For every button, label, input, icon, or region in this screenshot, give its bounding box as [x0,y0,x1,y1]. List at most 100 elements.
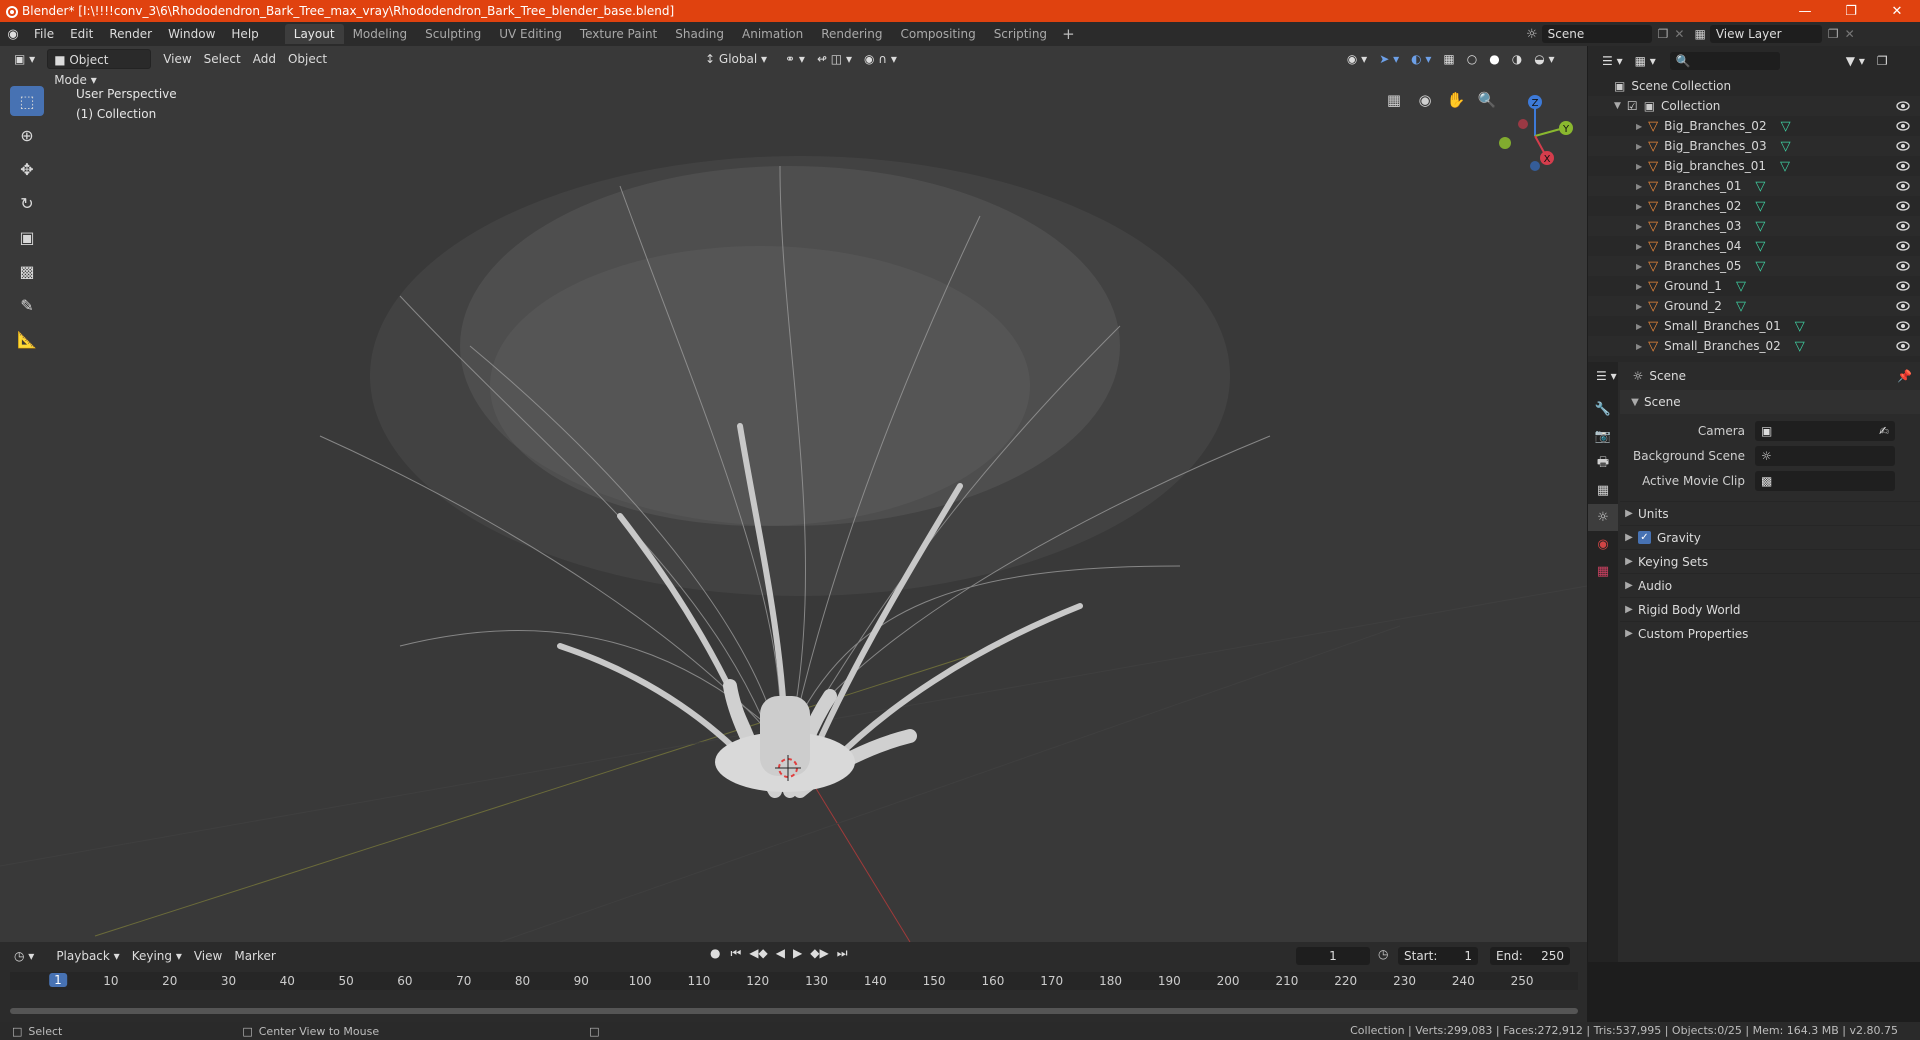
menu-object[interactable]: Object [282,49,333,69]
menu-select[interactable]: Select [198,49,247,69]
menu-file[interactable]: File [26,22,62,46]
view-layer-tab-icon[interactable]: ▦ [1588,477,1618,504]
outliner-object-row[interactable]: ▶ ▽ Branches_03 ▽ [1588,216,1920,236]
menu-view[interactable]: View [157,49,197,69]
remove-view-layer-icon[interactable]: ✕ [1845,27,1855,41]
restore-button[interactable]: ❐ [1828,0,1874,22]
mesh-data-icon[interactable]: ▽ [1736,299,1746,314]
menu-edit[interactable]: Edit [62,22,101,46]
mesh-data-icon[interactable]: ▽ [1736,279,1746,294]
eye-icon[interactable] [1896,219,1910,233]
minimize-button[interactable]: — [1782,0,1828,22]
expand-arrow-icon[interactable]: ▶ [1636,202,1642,211]
proportional-edit-icon[interactable]: ◉ ∩ ▾ [858,49,903,69]
gizmo-neg-y-icon[interactable] [1499,137,1511,149]
select-box-tool-icon[interactable]: ⬚ [10,86,44,116]
background-scene-field[interactable]: ☼ [1755,445,1895,466]
pin-icon[interactable]: 📌 [1897,369,1912,383]
outliner-object-row[interactable]: ▶ ▽ Big_Branches_03 ▽ [1588,136,1920,156]
outliner-object-row[interactable]: ▶ ▽ Big_branches_01 ▽ [1588,156,1920,176]
new-view-layer-icon[interactable]: ❐ [1828,27,1839,41]
outliner-editor-type-icon[interactable]: ☰ ▾ [1596,51,1629,71]
timeline-editor-type-icon[interactable]: ◷ ▾ [8,946,40,966]
gizmo-neg-z-icon[interactable] [1530,161,1540,171]
3d-viewport[interactable]: ▣ ▾ ■ Object Mode ▾ View Select Add Obje… [0,46,1587,942]
timeline-view-menu[interactable]: View [188,946,228,966]
eye-icon[interactable] [1896,319,1910,333]
visibility-icon[interactable]: ◉ ▾ [1341,49,1373,69]
camera-view-icon[interactable]: ◉ [1411,86,1439,114]
eye-icon[interactable] [1896,299,1910,313]
tab-rendering[interactable]: Rendering [812,24,891,44]
render-tab-icon[interactable]: 📷 [1588,423,1618,450]
tab-uv-editing[interactable]: UV Editing [490,24,571,44]
texture-tab-icon[interactable]: ▦ [1588,558,1618,585]
custom-properties-panel[interactable]: ▶ Custom Properties [1620,621,1920,645]
outliner-object-row[interactable]: ▶ ▽ Ground_2 ▽ [1588,296,1920,316]
current-frame-marker[interactable]: 1 [49,973,67,987]
expand-arrow-icon[interactable]: ▶ [1636,182,1642,191]
transform-tool-icon[interactable]: ▩ [10,256,44,286]
xray-icon[interactable]: ▦ [1437,49,1460,69]
outliner-object-row[interactable]: ▶ ▽ Branches_02 ▽ [1588,196,1920,216]
mesh-data-icon[interactable]: ▽ [1781,139,1791,154]
gizmo-neg-x-icon[interactable] [1518,119,1528,129]
collection-row[interactable]: ▼ ☑ ▣ Collection [1588,96,1920,116]
jump-end-icon[interactable]: ⏭ [837,946,848,961]
tab-texture-paint[interactable]: Texture Paint [571,24,666,44]
mesh-data-icon[interactable]: ▽ [1795,339,1805,354]
frame-ruler[interactable]: 1 10 20 30 40 50 60 70 80 90 100 110 120 130 140 150 160… [10,972,1578,990]
expand-arrow-icon[interactable]: ▶ [1636,262,1642,271]
tab-sculpting[interactable]: Sculpting [416,24,490,44]
eye-icon[interactable] [1896,139,1910,153]
rigid-body-world-panel[interactable]: ▶ Rigid Body World [1620,597,1920,621]
tab-compositing[interactable]: Compositing [891,24,984,44]
close-button[interactable]: ✕ [1874,0,1920,22]
tab-animation[interactable]: Animation [733,24,812,44]
units-panel[interactable]: ▶ Units [1620,501,1920,525]
transform-orientation-dropdown[interactable]: ↕ Global ▾ [699,49,773,69]
current-frame-field[interactable]: 1 [1296,947,1370,965]
output-tab-icon[interactable]: 🖶 [1588,450,1618,477]
measure-tool-icon[interactable]: 📐 [10,324,44,354]
tab-scripting[interactable]: Scripting [985,24,1056,44]
keying-sets-panel[interactable]: ▶ Keying Sets [1620,549,1920,573]
pan-hand-icon[interactable]: ✋ [1442,86,1470,114]
menu-window[interactable]: Window [160,22,223,46]
rotate-tool-icon[interactable]: ↻ [10,188,44,218]
shading-material-icon[interactable]: ◑ [1506,49,1528,69]
annotate-tool-icon[interactable]: ✎ [10,290,44,320]
eye-icon[interactable] [1896,279,1910,293]
mesh-data-icon[interactable]: ▽ [1781,119,1791,134]
eye-icon[interactable] [1896,119,1910,133]
mesh-data-icon[interactable]: ▽ [1755,239,1765,254]
display-mode-icon[interactable]: ▦ ▾ [1629,51,1662,71]
expand-arrow-icon[interactable]: ▶ [1636,162,1642,171]
expand-arrow-icon[interactable]: ▶ [1636,302,1642,311]
eye-icon[interactable] [1896,199,1910,213]
outliner-object-row[interactable]: ▶ ▽ Ground_1 ▽ [1588,276,1920,296]
move-tool-icon[interactable]: ✥ [10,154,44,184]
snap-icon[interactable]: ↫ ◫ ▾ [811,49,858,69]
end-frame-field[interactable]: End: 250 [1490,947,1570,965]
active-movie-clip-field[interactable]: ▩ [1755,470,1895,491]
shading-wireframe-icon[interactable]: ○ [1461,49,1483,69]
record-icon[interactable]: ● [710,946,720,961]
expand-arrow-icon[interactable]: ▶ [1636,282,1642,291]
mesh-data-icon[interactable]: ▽ [1755,179,1765,194]
mesh-data-icon[interactable]: ▽ [1755,219,1765,234]
outliner-object-row[interactable]: ▶ ▽ Small_Branches_02 ▽ [1588,336,1920,356]
expand-arrow-icon[interactable]: ▶ [1636,142,1642,151]
outliner-object-row[interactable]: ▶ ▽ Small_Branches_01 ▽ [1588,316,1920,336]
pivot-icon[interactable]: ⚭ ▾ [779,49,811,69]
eyedropper-icon[interactable]: ✍ [1879,424,1889,438]
mesh-data-icon[interactable]: ▽ [1780,159,1790,174]
new-collection-icon[interactable]: ❐ [1871,51,1894,71]
menu-add[interactable]: Add [247,49,282,69]
add-workspace-button[interactable]: + [1056,25,1081,43]
expand-arrow-icon[interactable]: ▼ [1614,101,1621,111]
overlay-toggle-icon[interactable]: ◐ ▾ [1405,49,1437,69]
expand-arrow-icon[interactable]: ▶ [1636,122,1642,131]
playback-menu[interactable]: Playback ▾ [50,946,125,966]
mesh-data-icon[interactable]: ▽ [1795,319,1805,334]
